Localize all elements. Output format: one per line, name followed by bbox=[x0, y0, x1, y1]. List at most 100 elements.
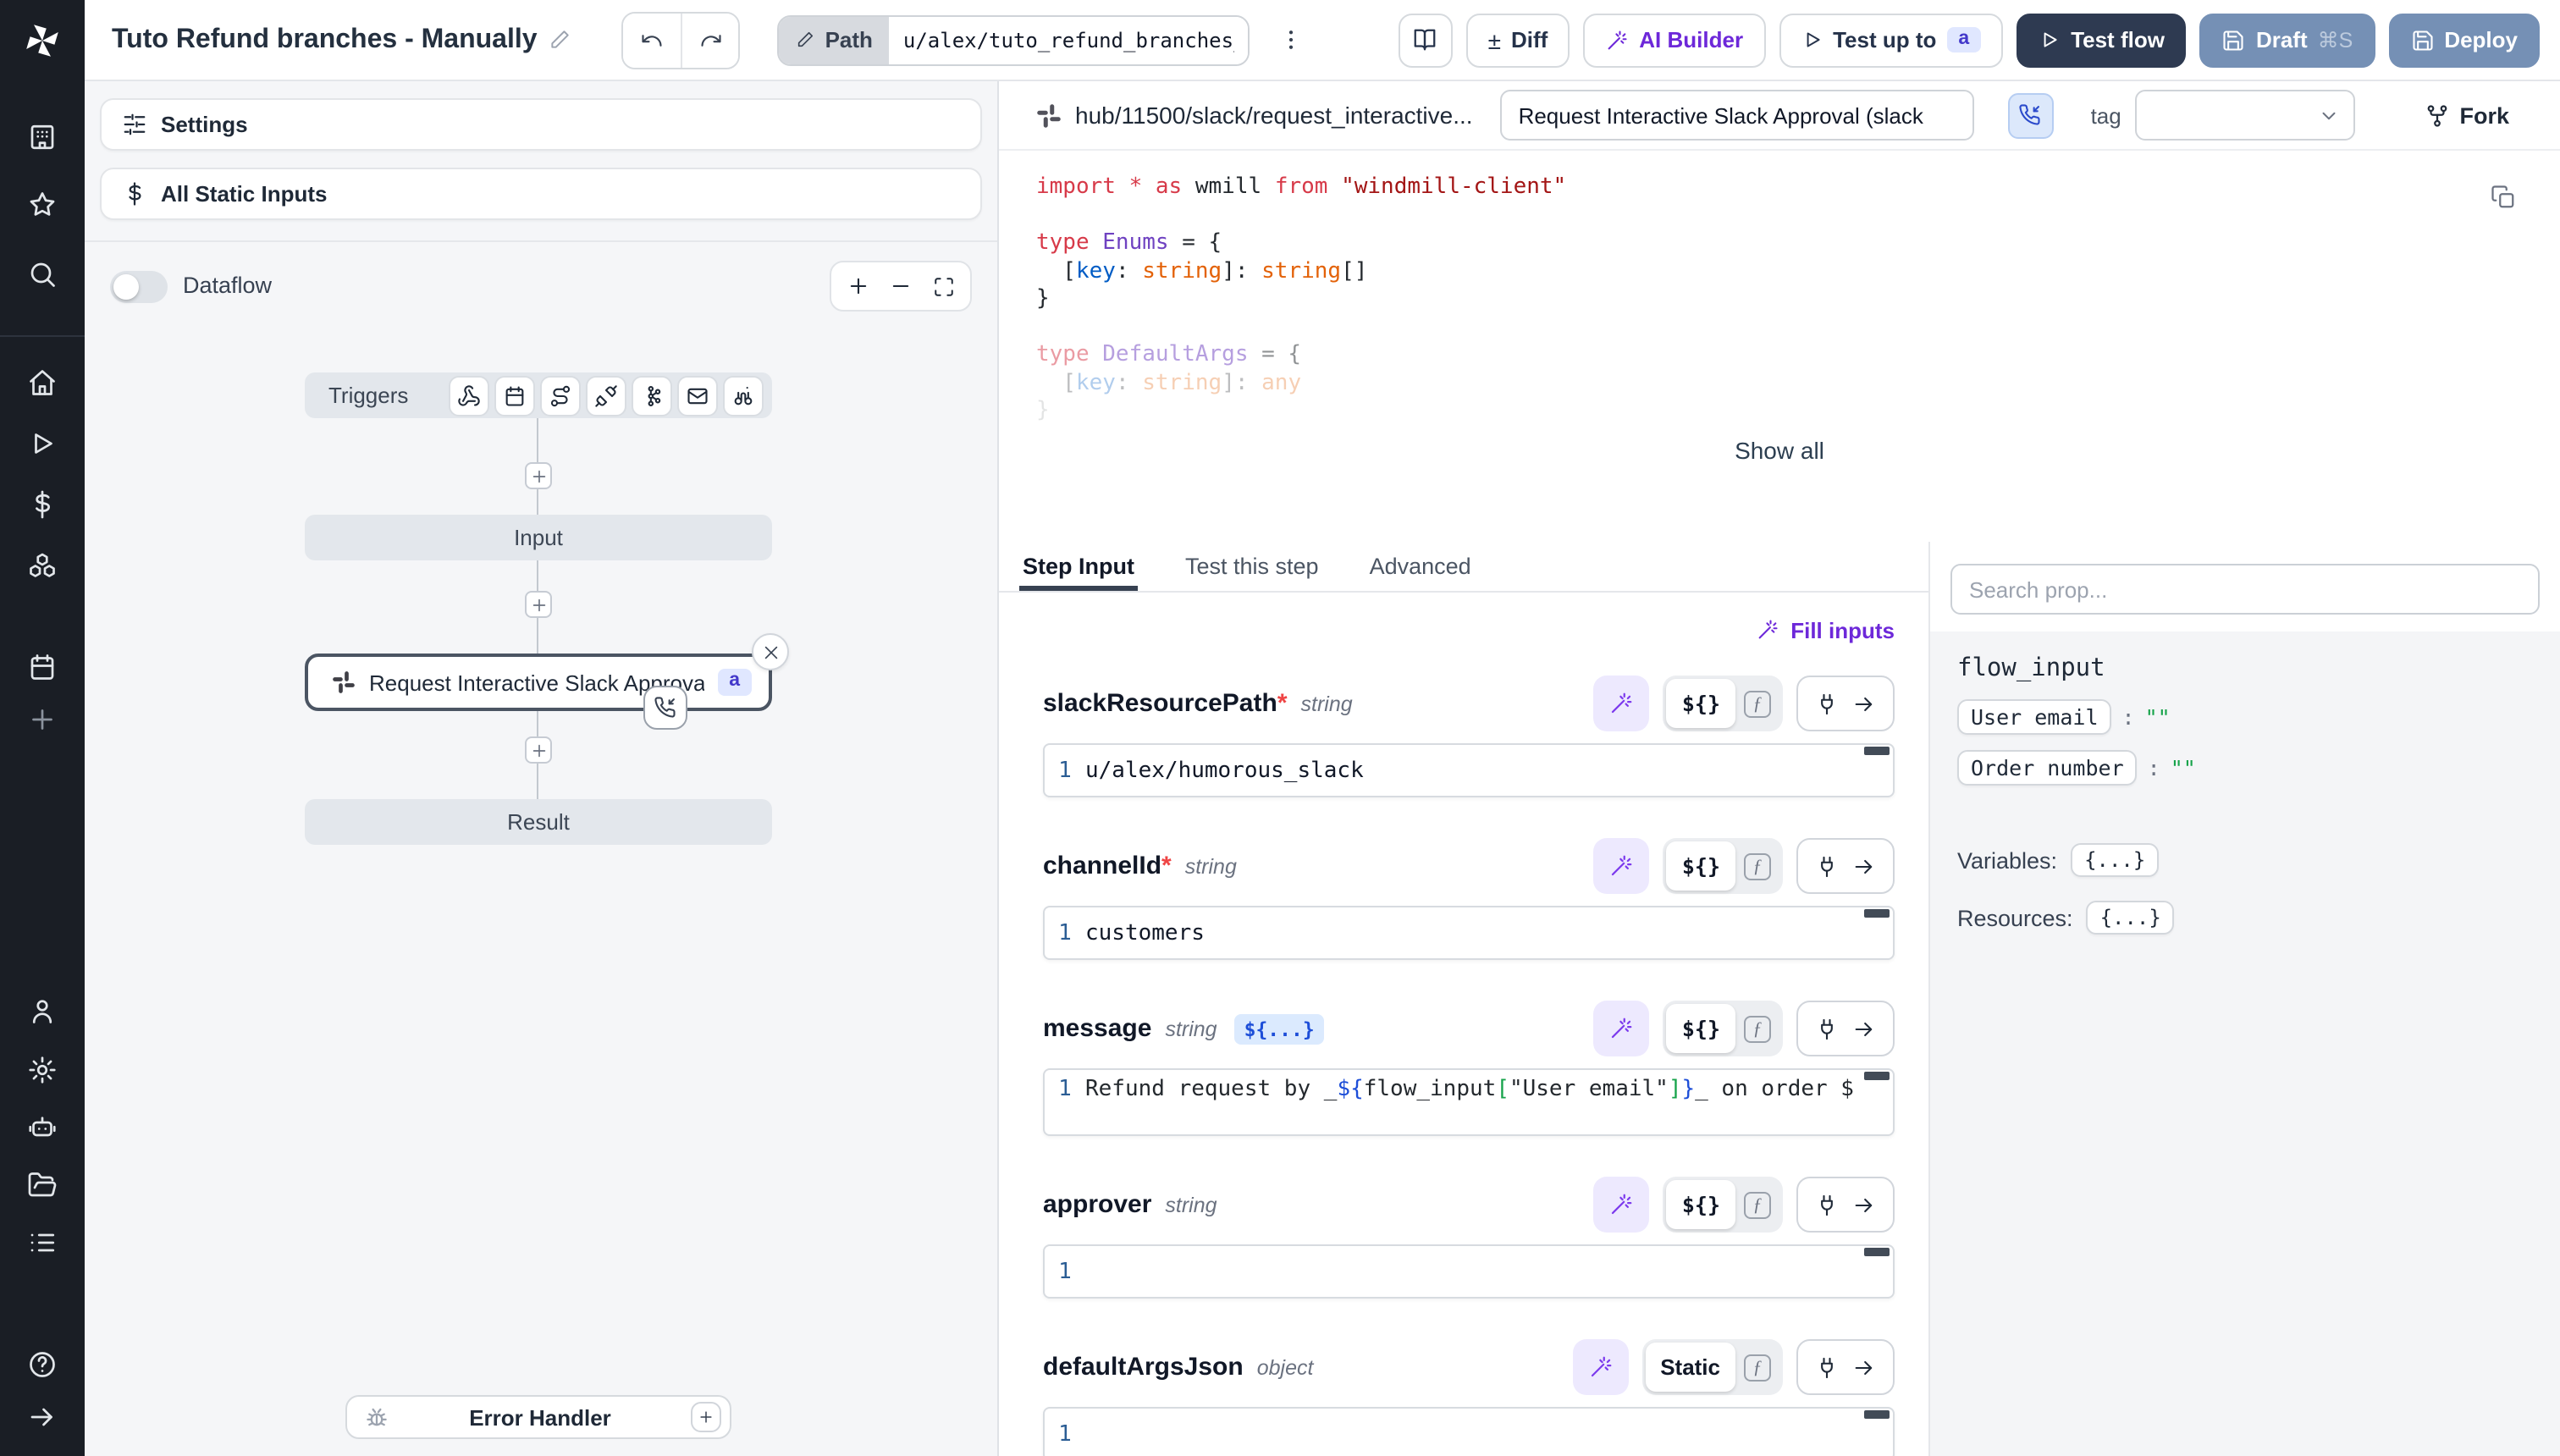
tab-advanced[interactable]: Advanced bbox=[1366, 542, 1475, 591]
sidebar-item-help-icon[interactable] bbox=[27, 1349, 58, 1380]
sidebar-item-audit-logs-icon[interactable] bbox=[27, 1227, 58, 1258]
connect-input-button[interactable] bbox=[1796, 1177, 1895, 1233]
add-step-button[interactable] bbox=[525, 736, 552, 764]
path-input[interactable] bbox=[890, 16, 1249, 63]
delete-step-button[interactable] bbox=[752, 633, 789, 670]
fill-inputs-button[interactable]: Fill inputs bbox=[1755, 617, 1895, 643]
sidebar-item-workers-icon[interactable] bbox=[27, 1112, 58, 1143]
ai-fill-button[interactable] bbox=[1594, 838, 1650, 894]
slack-approval-node[interactable]: Request Interactive Slack Approval (... … bbox=[305, 654, 772, 711]
ai-fill-button[interactable] bbox=[1594, 1177, 1650, 1233]
zoom-out-button[interactable] bbox=[887, 273, 914, 300]
add-error-handler-button[interactable] bbox=[691, 1402, 721, 1432]
value-editor[interactable]: 1 bbox=[1043, 1407, 1895, 1456]
windmill-logo-icon[interactable] bbox=[22, 20, 63, 61]
template-mode-button[interactable]: ${} bbox=[1667, 679, 1735, 728]
expression-mode-button[interactable]: ƒ bbox=[1735, 1354, 1779, 1381]
flow-settings-button[interactable]: Settings bbox=[100, 98, 982, 151]
template-mode-button[interactable]: ${} bbox=[1667, 1180, 1735, 1229]
draft-button[interactable]: Draft⌘S bbox=[2200, 13, 2375, 67]
template-mode-button[interactable]: ${} bbox=[1667, 1004, 1735, 1053]
step-summary-input[interactable] bbox=[1500, 90, 1974, 141]
sidebar-item-resources-icon[interactable] bbox=[27, 552, 58, 582]
input-node[interactable]: Input bbox=[305, 515, 772, 560]
rail-divider bbox=[0, 335, 85, 337]
resources-expand-pill[interactable]: {...} bbox=[2087, 901, 2175, 935]
connect-input-button[interactable] bbox=[1796, 1001, 1895, 1056]
expression-mode-button[interactable]: ƒ bbox=[1735, 1015, 1779, 1042]
trigger-poll-icon[interactable] bbox=[723, 375, 764, 416]
all-static-inputs-button[interactable]: All Static Inputs bbox=[100, 168, 982, 220]
expression-mode-button[interactable]: ƒ bbox=[1735, 1191, 1779, 1218]
ai-fill-button[interactable] bbox=[1572, 1339, 1628, 1395]
sidebar-item-schedules-icon[interactable] bbox=[27, 652, 58, 682]
prop-user-email[interactable]: User email bbox=[1957, 699, 2112, 735]
prop-order-number[interactable]: Order number bbox=[1957, 750, 2138, 786]
sidebar-item-variables-icon[interactable] bbox=[27, 489, 58, 520]
sidebar-item-runs-icon[interactable] bbox=[27, 428, 58, 459]
trigger-websocket-icon[interactable] bbox=[586, 375, 626, 416]
sidebar-item-home-icon[interactable] bbox=[27, 367, 58, 398]
trigger-email-icon[interactable] bbox=[677, 375, 718, 416]
triggers-node[interactable]: Triggers bbox=[305, 372, 772, 418]
show-all-row: Show all bbox=[999, 422, 2560, 479]
path-label[interactable]: Path bbox=[780, 16, 890, 63]
redo-button[interactable] bbox=[681, 13, 739, 67]
add-step-button[interactable] bbox=[525, 462, 552, 489]
sidebar-item-expand-icon[interactable] bbox=[27, 1402, 58, 1432]
expression-mode-button[interactable]: ƒ bbox=[1735, 690, 1779, 717]
connect-input-button[interactable] bbox=[1796, 1339, 1895, 1395]
undo-button[interactable] bbox=[624, 13, 681, 67]
trigger-kafka-icon[interactable] bbox=[632, 375, 672, 416]
tab-test-this-step[interactable]: Test this step bbox=[1182, 542, 1322, 591]
test-flow-button[interactable]: Test flow bbox=[2017, 13, 2187, 67]
sidebar-item-users-icon[interactable] bbox=[27, 995, 58, 1026]
path-edit-icon bbox=[797, 30, 815, 49]
search-prop-input[interactable] bbox=[1950, 564, 2540, 615]
tag-select[interactable] bbox=[2135, 90, 2355, 141]
trigger-route-icon[interactable] bbox=[540, 375, 581, 416]
sidebar-item-add-icon[interactable] bbox=[27, 704, 58, 735]
deploy-button[interactable]: Deploy bbox=[2388, 13, 2540, 67]
expression-mode-button[interactable]: ƒ bbox=[1735, 852, 1779, 880]
ai-builder-button[interactable]: AI Builder bbox=[1583, 13, 1765, 67]
static-mode-button[interactable]: Static bbox=[1645, 1343, 1735, 1392]
ai-fill-button[interactable] bbox=[1594, 676, 1650, 731]
test-up-to-button[interactable]: Test up toa bbox=[1779, 13, 2003, 67]
diff-button[interactable]: ±Diff bbox=[1466, 13, 1570, 67]
value-editor[interactable]: 1 bbox=[1043, 1244, 1895, 1299]
trigger-schedule-icon[interactable] bbox=[494, 375, 535, 416]
code-preview[interactable]: import * as wmill from "windmill-client"… bbox=[999, 151, 2560, 422]
suspend-approval-icon[interactable] bbox=[643, 686, 687, 730]
sidebar-item-folders-icon[interactable] bbox=[27, 1170, 58, 1200]
template-mode-button[interactable]: ${} bbox=[1667, 841, 1735, 891]
fork-button[interactable]: Fork bbox=[2424, 102, 2509, 128]
zoom-in-button[interactable] bbox=[845, 273, 872, 300]
connect-input-button[interactable] bbox=[1796, 838, 1895, 894]
sidebar-item-workspace-icon[interactable] bbox=[27, 122, 58, 152]
connect-input-button[interactable] bbox=[1796, 676, 1895, 731]
dataflow-toggle[interactable] bbox=[110, 271, 168, 303]
sidebar-item-settings-icon[interactable] bbox=[27, 1055, 58, 1085]
edit-title-icon[interactable] bbox=[549, 29, 571, 51]
value-editor[interactable]: 1 Refund request by _${flow_input["User … bbox=[1043, 1068, 1895, 1136]
add-step-button[interactable] bbox=[525, 591, 552, 618]
variables-expand-pill[interactable]: {...} bbox=[2071, 843, 2159, 877]
fit-view-button[interactable] bbox=[930, 273, 957, 300]
error-handler-node[interactable]: Error Handler bbox=[345, 1395, 731, 1439]
sidebar-item-favorites-icon[interactable] bbox=[27, 190, 58, 220]
suspend-settings-button[interactable] bbox=[2008, 92, 2054, 138]
copy-code-icon[interactable] bbox=[2491, 185, 2516, 210]
tab-step-input[interactable]: Step Input bbox=[1019, 542, 1138, 591]
value-editor[interactable]: 1 customers bbox=[1043, 906, 1895, 960]
trigger-webhook-icon[interactable] bbox=[449, 375, 489, 416]
result-node[interactable]: Result bbox=[305, 799, 772, 845]
ai-fill-button[interactable] bbox=[1594, 1001, 1650, 1056]
docs-button[interactable] bbox=[1399, 13, 1453, 67]
show-all-button[interactable]: Show all bbox=[1735, 437, 1824, 464]
sidebar-item-search-icon[interactable] bbox=[27, 259, 58, 290]
plug-icon bbox=[1815, 1355, 1839, 1379]
hub-script-link[interactable]: hub/11500/slack/request_interactive... bbox=[1036, 102, 1473, 129]
more-options-icon[interactable] bbox=[1274, 13, 1308, 67]
value-editor[interactable]: 1 u/alex/humorous_slack bbox=[1043, 743, 1895, 797]
